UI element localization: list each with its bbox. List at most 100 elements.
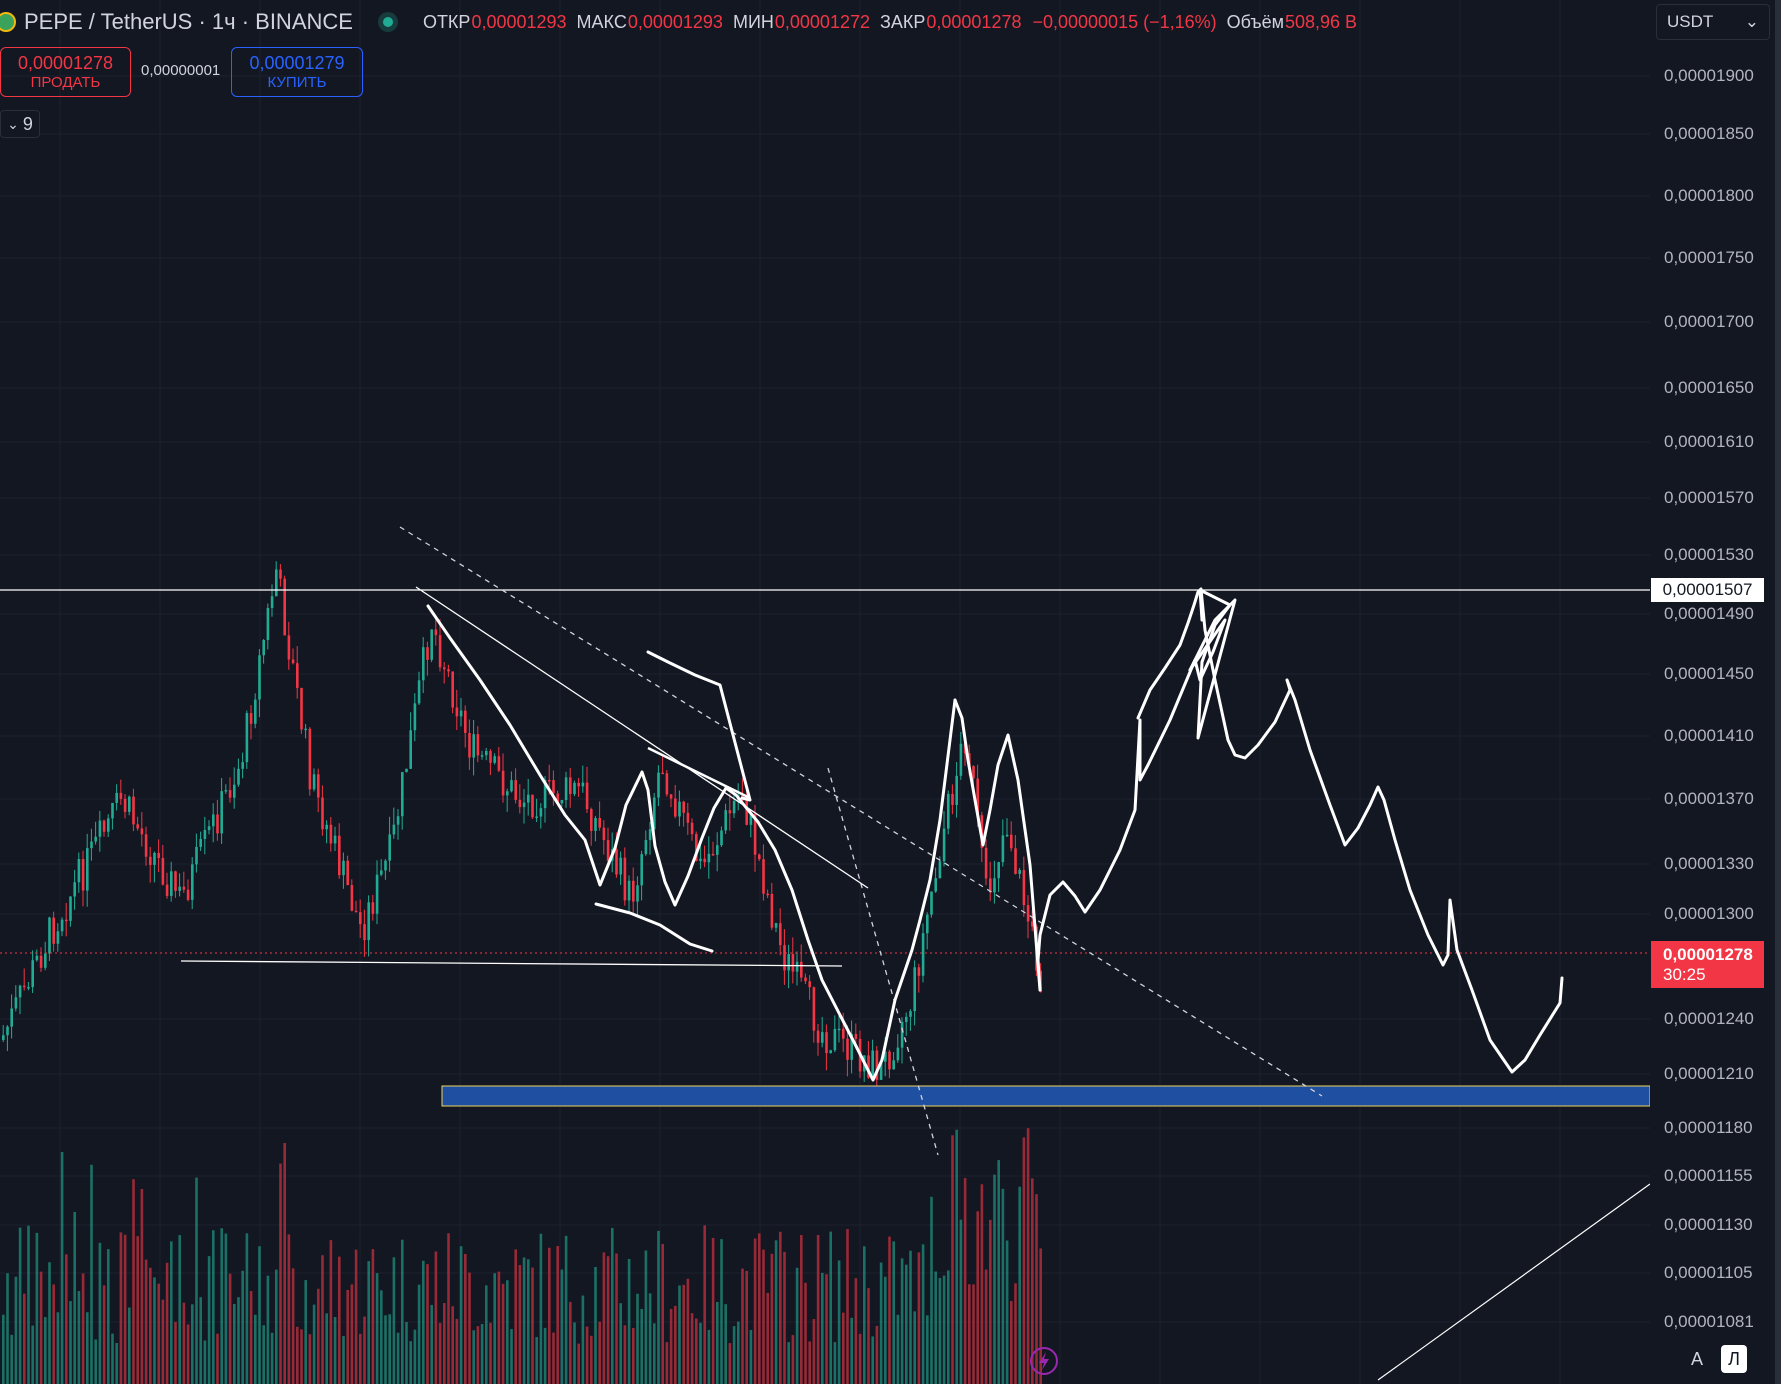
- candle-body: [384, 860, 387, 871]
- volume-bar: [577, 1343, 580, 1384]
- support-zone-rectangle[interactable]: [441, 1085, 1650, 1107]
- candle-body: [140, 828, 144, 835]
- candle-body: [14, 997, 18, 1009]
- volume-bar: [531, 1267, 534, 1384]
- volume-bar: [23, 1293, 26, 1384]
- candle-body: [493, 756, 496, 763]
- volume-bar: [963, 1178, 967, 1384]
- freehand-drawings[interactable]: [426, 587, 1564, 1082]
- candle-body: [165, 884, 169, 896]
- volume-bar: [317, 1288, 320, 1384]
- volume-bar: [997, 1160, 1000, 1384]
- volume-bar: [489, 1322, 492, 1384]
- low-value: 0,00001272: [774, 11, 870, 32]
- volume-bar: [39, 1271, 43, 1384]
- log-scale-button[interactable]: Л: [1721, 1345, 1747, 1373]
- candle-body: [333, 835, 337, 844]
- volume-bar: [632, 1327, 635, 1384]
- price-axis[interactable]: 0,00001900 0,00001850 0,00001800 0,00001750…: [1650, 44, 1781, 1384]
- volume-bar: [178, 1235, 181, 1384]
- price-tick-label: 0,00001155: [1664, 1166, 1753, 1185]
- candle-body: [443, 667, 446, 670]
- volume-bar: [560, 1269, 564, 1384]
- volume-bar: [359, 1333, 362, 1384]
- lightning-icon[interactable]: [1029, 1346, 1059, 1376]
- candle-body: [48, 917, 51, 954]
- candle-body: [674, 798, 677, 817]
- buy-button[interactable]: 0,00001279 КУПИТЬ: [231, 47, 363, 97]
- candle-body: [636, 885, 639, 902]
- volume-bar: [199, 1297, 202, 1384]
- candle-body: [254, 699, 257, 724]
- candle-body: [531, 794, 534, 818]
- volume-bar: [405, 1322, 408, 1384]
- volume-bar: [707, 1329, 711, 1384]
- volume-bar: [115, 1342, 118, 1384]
- low-label: МИН: [732, 11, 774, 32]
- candle-body: [590, 809, 593, 831]
- change-value: −0,00000015 (−1,16%): [1032, 11, 1217, 32]
- volume-bar: [522, 1257, 526, 1384]
- open-label: ОТКР: [422, 11, 471, 32]
- price-tick-label: 0,00001850: [1664, 124, 1754, 143]
- volume-bar: [569, 1301, 572, 1384]
- candle-body: [942, 828, 946, 862]
- volume-bar: [770, 1253, 774, 1384]
- candle-body: [325, 824, 328, 830]
- volume-bar: [791, 1335, 795, 1384]
- volume-bar: [506, 1280, 509, 1384]
- volume-bar: [149, 1267, 152, 1384]
- candle-body: [203, 830, 207, 839]
- dashed-trendline-long[interactable]: [399, 526, 1323, 1097]
- auto-scale-button[interactable]: A: [1684, 1345, 1710, 1373]
- symbol-title[interactable]: PEPE / TetherUS · 1ч · BINANCE: [24, 9, 353, 35]
- price-tick-label: 0,00001750: [1664, 248, 1754, 267]
- volume-bar: [401, 1239, 404, 1384]
- volume-bar: [858, 1333, 862, 1384]
- volume-bar: [573, 1322, 576, 1384]
- candle-body: [506, 791, 509, 796]
- candle-body: [77, 859, 81, 883]
- volume-bar: [480, 1324, 484, 1384]
- candle-body: [569, 777, 572, 794]
- price-tick-label: 0,00001700: [1664, 312, 1754, 331]
- currency-select[interactable]: USDT ⌄: [1656, 4, 1770, 40]
- candle-body: [522, 802, 526, 808]
- scrollbar[interactable]: [1775, 0, 1781, 1384]
- descending-trendline[interactable]: [415, 586, 869, 889]
- volume-bar: [942, 1275, 946, 1384]
- indicators-toggle-button[interactable]: ⌄ 9: [0, 110, 40, 138]
- volume-value: 508,96 B: [1285, 11, 1358, 32]
- bottom-right-trendline[interactable]: [1377, 1183, 1650, 1381]
- candle-body: [270, 596, 274, 608]
- volume-bar: [283, 1143, 286, 1384]
- candle-body: [2, 1035, 5, 1040]
- chart-canvas[interactable]: [0, 0, 1650, 1384]
- volume-bar: [86, 1312, 89, 1384]
- candle-body: [31, 960, 34, 988]
- volume-bar: [879, 1262, 883, 1384]
- volume-bar: [602, 1252, 606, 1384]
- volume-bar: [342, 1335, 345, 1384]
- volume-bar: [237, 1297, 240, 1384]
- price-tick-label: 0,00001330: [1664, 854, 1754, 873]
- volume-bar: [972, 1284, 975, 1384]
- volume-bar: [653, 1323, 656, 1384]
- candle-body: [346, 860, 349, 886]
- volume-bar: [140, 1188, 144, 1384]
- candle-body: [564, 777, 568, 800]
- price-tick-label: 0,00001180: [1664, 1118, 1753, 1137]
- volume-bar: [363, 1316, 366, 1384]
- candle-body: [774, 923, 778, 928]
- volume-bar: [228, 1273, 232, 1384]
- sell-button[interactable]: 0,00001278 ПРОДАТЬ: [0, 47, 131, 97]
- volume-bar: [321, 1255, 324, 1384]
- candle-body: [283, 578, 286, 636]
- candle-body: [892, 1060, 895, 1070]
- volume-bar: [732, 1326, 736, 1384]
- candle-body: [375, 874, 379, 914]
- volume-bar: [312, 1304, 316, 1384]
- candle-body: [842, 1028, 845, 1039]
- volume-bar: [6, 1273, 9, 1384]
- neckline-line[interactable]: [180, 960, 843, 967]
